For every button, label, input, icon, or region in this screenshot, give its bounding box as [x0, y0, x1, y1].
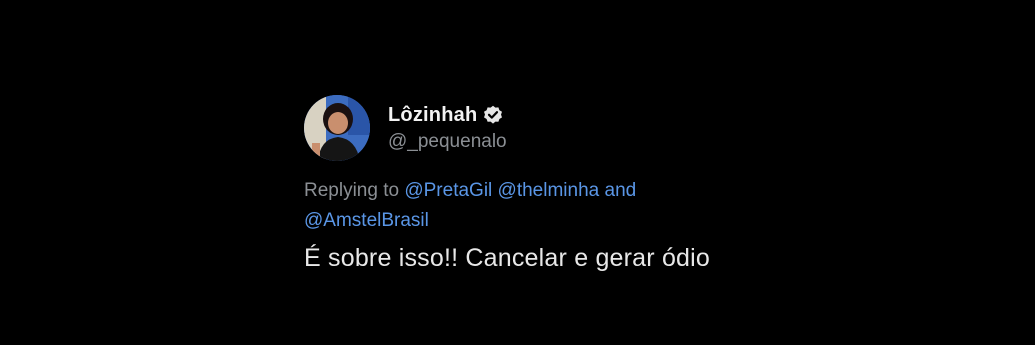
- verified-badge-icon: [483, 105, 503, 125]
- display-name[interactable]: Lôzinhah: [388, 104, 477, 127]
- display-name-row: Lôzinhah: [388, 104, 507, 127]
- mention-link[interactable]: @PretaGil: [404, 180, 492, 201]
- avatar[interactable]: [304, 95, 370, 161]
- author-names: Lôzinhah @_pequenalo: [388, 104, 507, 153]
- mention-link[interactable]: @thelminha: [498, 180, 600, 201]
- replying-prefix: Replying to: [304, 180, 400, 201]
- replying-to: Replying to @PretaGil @thelminha and @Am…: [304, 176, 704, 236]
- tweet-card: Lôzinhah @_pequenalo Replying to @PretaG…: [304, 94, 864, 273]
- author-handle[interactable]: @_pequenalo: [388, 131, 507, 153]
- mention-link[interactable]: @AmstelBrasil: [304, 210, 429, 231]
- mention-joiner: and: [604, 180, 637, 201]
- tweet-text: É sobre isso!! Cancelar e gerar ódio: [304, 244, 711, 272]
- tweet-header: Lôzinhah @_pequenalo: [304, 94, 864, 162]
